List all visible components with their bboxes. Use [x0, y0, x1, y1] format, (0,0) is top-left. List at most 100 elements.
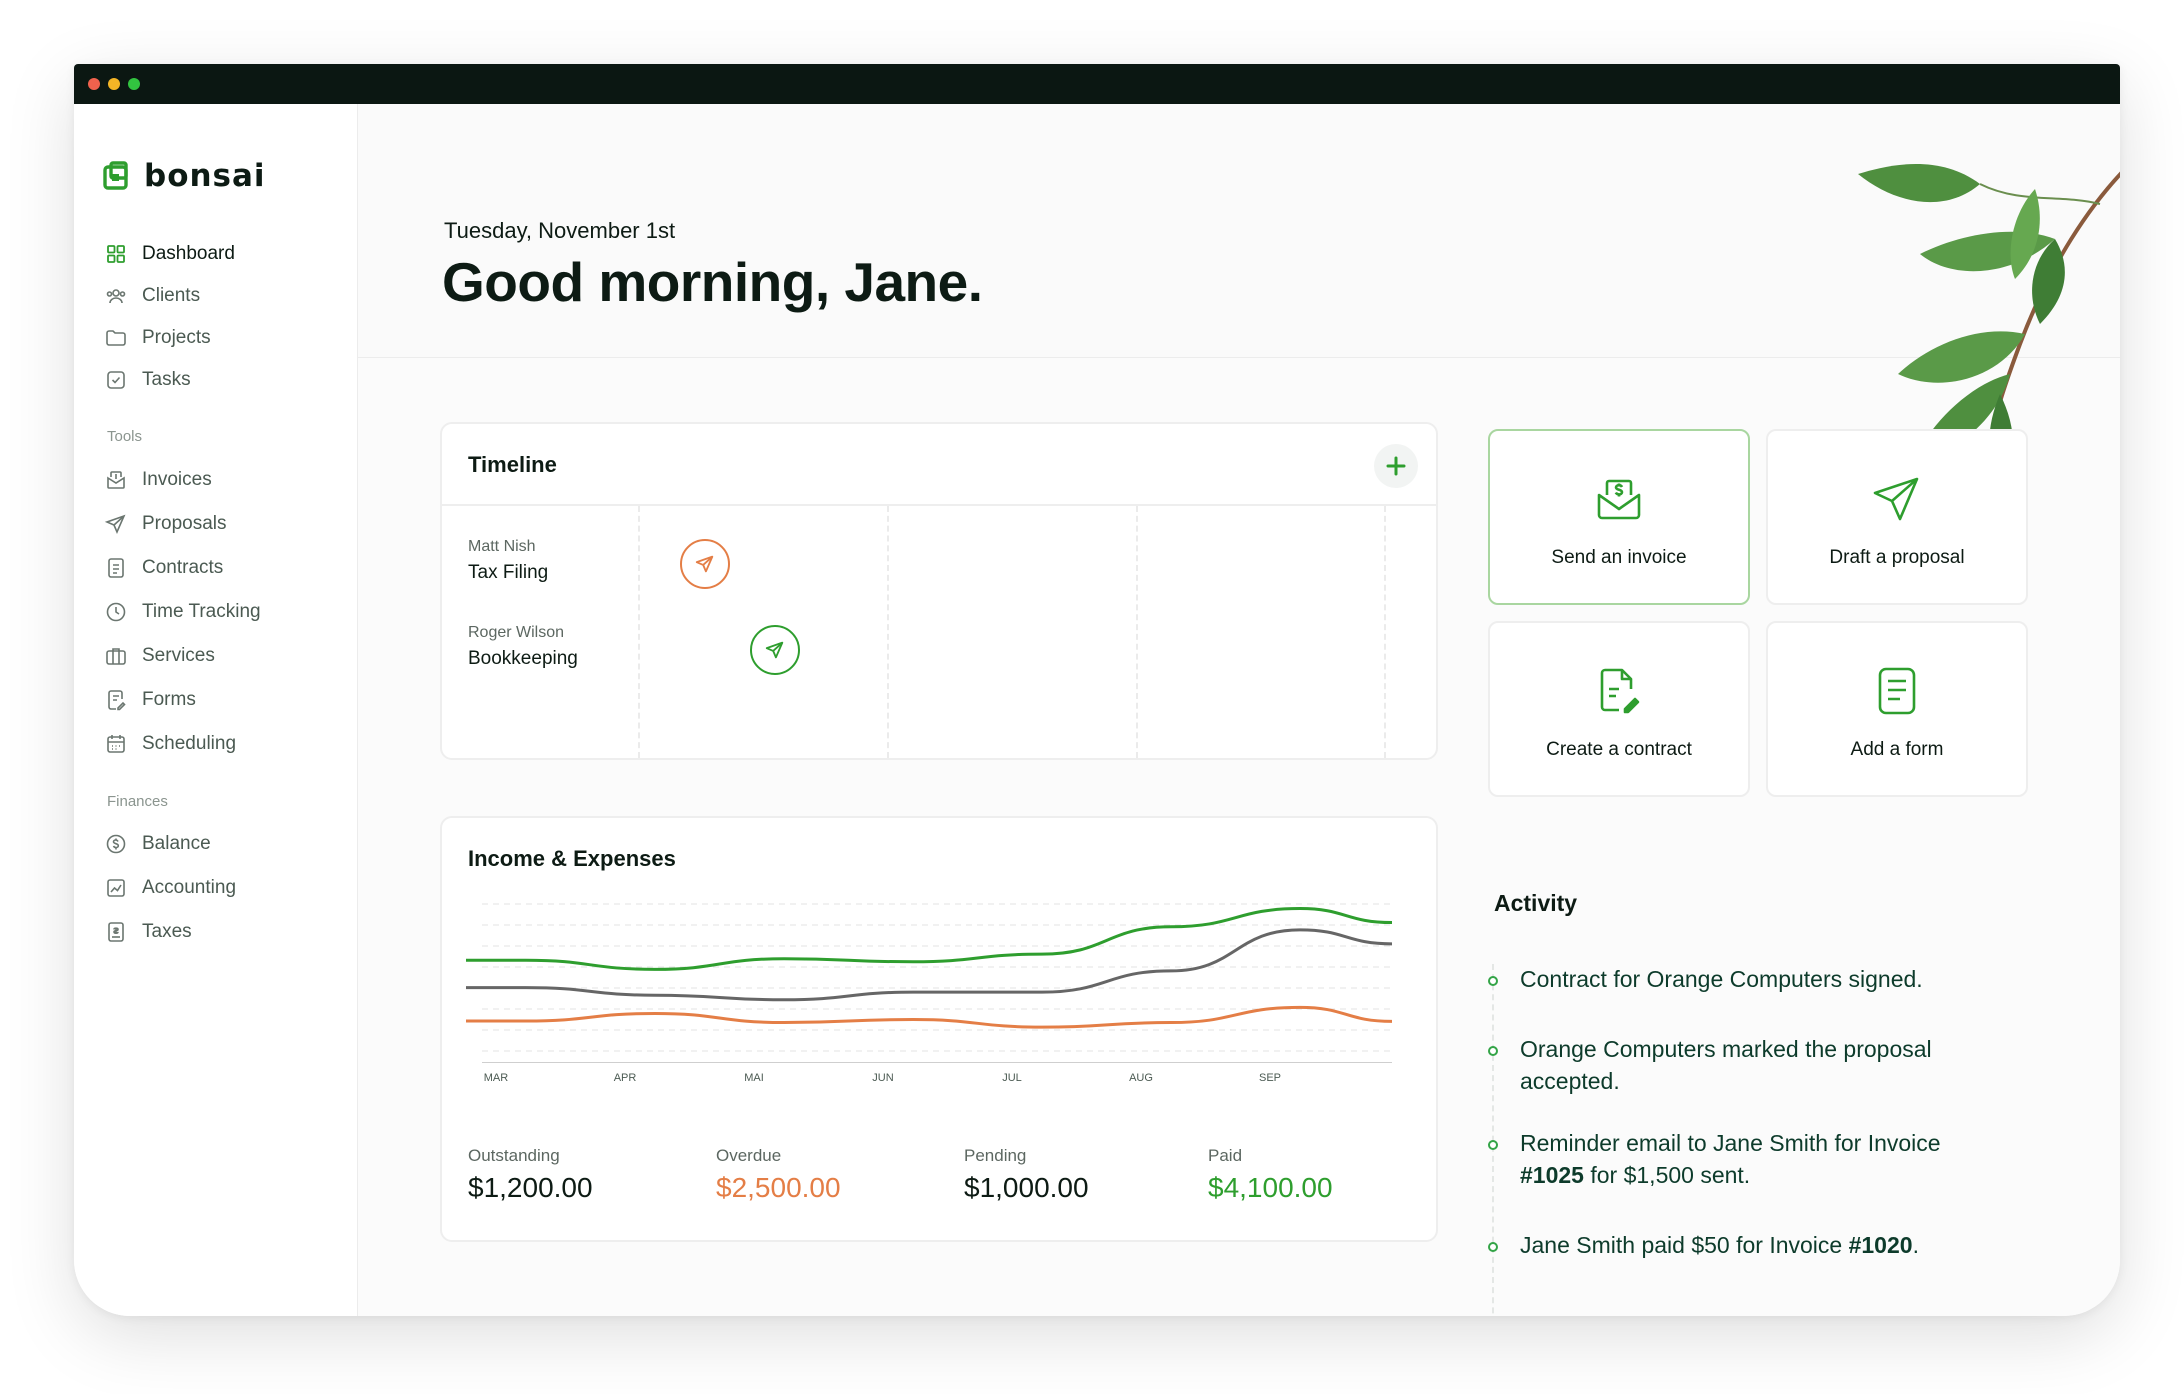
timeline-card: Timeline Matt Nish Tax Filing Roger Wils… [440, 422, 1438, 760]
create-contract-button[interactable]: Create a contract [1488, 621, 1750, 797]
nav-time-tracking[interactable]: Time Tracking [104, 594, 261, 630]
maximize-window-button[interactable] [128, 78, 140, 90]
activity-item[interactable]: Orange Computers marked the proposal acc… [1520, 1033, 2000, 1097]
nav-clients[interactable]: Clients [104, 278, 200, 314]
sidebar: bonsai Dashboard Clients Projects Tasks … [74, 104, 358, 1316]
nav-contracts[interactable]: Contracts [104, 550, 223, 586]
stat-value: $1,000.00 [964, 1172, 1089, 1203]
stat-label: Outstanding [468, 1146, 560, 1165]
timeline-task[interactable]: Tax Filing [468, 562, 548, 584]
minimize-window-button[interactable] [108, 78, 120, 90]
activity-text: Orange Computers marked the proposal acc… [1520, 1036, 1932, 1094]
form-icon [108, 690, 126, 711]
nav-invoices[interactable]: Invoices [104, 462, 212, 498]
chart-x-tick-label: MAR [483, 1072, 509, 1084]
chart-x-tick-label: SEP [1258, 1072, 1282, 1084]
activity-item[interactable]: Contract for Orange Computers signed. [1520, 963, 2000, 995]
timeline-client: Roger Wilson [468, 624, 565, 641]
invoice-dollar-icon [1597, 479, 1641, 520]
bonsai-logo[interactable]: bonsai [102, 156, 266, 196]
stat-outstanding[interactable]: Outstanding $1,200.00 [468, 1146, 593, 1204]
document-icon [108, 558, 124, 578]
clients-icon [106, 289, 126, 304]
paper-plane-icon [695, 555, 714, 573]
activity-dot [1488, 1140, 1498, 1150]
bonsai-logo-icon [103, 161, 128, 190]
nav-balance[interactable]: Balance [104, 826, 211, 862]
action-label: Add a form [1850, 739, 1944, 760]
nav-label: Forms [142, 689, 196, 710]
close-window-button[interactable] [88, 78, 100, 90]
timeline-column-line [1384, 506, 1386, 758]
activity-dot [1488, 1242, 1498, 1252]
activity-dot [1488, 976, 1498, 986]
timeline-marker-tax-filing[interactable] [680, 539, 730, 589]
form-list-icon [1878, 667, 1916, 715]
chart-series-line-1 [466, 928, 1393, 1002]
send-invoice-button[interactable]: Send an invoice [1488, 429, 1750, 605]
nav-label: Dashboard [142, 243, 235, 264]
dollar-circle-icon [106, 834, 126, 854]
chart-series-line-2 [465, 1005, 1393, 1029]
activity-text: . [1912, 1232, 1919, 1258]
nav-projects[interactable]: Projects [104, 320, 211, 356]
nav-label: Contracts [142, 557, 224, 578]
stat-value: $4,100.00 [1208, 1172, 1333, 1203]
action-label: Send an invoice [1551, 547, 1687, 568]
chart-x-tick-label: AUG [1129, 1072, 1153, 1084]
dashboard-icon [107, 245, 125, 263]
send-icon [104, 514, 126, 535]
nav-taxes[interactable]: Taxes [104, 914, 192, 950]
activity-text: Contract for Orange Computers signed. [1520, 966, 1923, 992]
briefcase-icon [106, 648, 126, 665]
activity-dot [1488, 1046, 1498, 1056]
nav-scheduling[interactable]: Scheduling [104, 726, 236, 762]
nav-services[interactable]: Services [104, 638, 215, 674]
stat-label: Overdue [716, 1146, 782, 1165]
income-expenses-card: Income & Expenses MAR APR MAI JUN JUL AUG SEP … [440, 816, 1438, 1242]
app-window: bonsai Dashboard Clients Projects Tasks … [74, 64, 2120, 1316]
chart-x-tick-label: MAI [744, 1072, 764, 1084]
nav-label: Taxes [142, 921, 192, 942]
finances-heading: Finances [107, 793, 168, 810]
contract-pen-icon [1600, 668, 1640, 714]
nav-label: Clients [142, 285, 201, 306]
timeline-add-button[interactable] [1374, 444, 1418, 488]
stat-overdue[interactable]: Overdue $2,500.00 [716, 1146, 841, 1204]
activity-title: Activity [1494, 890, 1578, 916]
nav-label: Tasks [142, 369, 191, 390]
plus-icon [1386, 456, 1406, 476]
timeline-client: Matt Nish [468, 538, 536, 555]
invoice-number: #1025 [1520, 1162, 1584, 1188]
activity-text: for $1,500 sent. [1583, 1162, 1751, 1188]
nav-forms[interactable]: Forms [104, 682, 196, 718]
clock-icon [106, 602, 126, 622]
chart-x-tick-label: JUN [872, 1072, 894, 1084]
stat-paid[interactable]: Paid $4,100.00 [1208, 1146, 1333, 1204]
add-form-button[interactable]: Add a form [1766, 621, 2028, 797]
nav-accounting[interactable]: Accounting [104, 870, 236, 906]
timeline-marker-bookkeeping[interactable] [750, 625, 800, 675]
invoice-number: #1020 [1848, 1232, 1913, 1258]
nav-label: Invoices [142, 469, 212, 490]
activity-item[interactable]: Reminder email to Jane Smith for Invoice… [1520, 1127, 2000, 1191]
timeline-column-line [638, 506, 640, 758]
timeline-task[interactable]: Bookkeeping [468, 648, 578, 670]
action-label: Create a contract [1546, 739, 1692, 760]
timeline-divider [442, 504, 1436, 506]
nav-label: Accounting [142, 877, 237, 898]
folder-icon [106, 330, 126, 346]
invoice-icon [107, 471, 125, 489]
draft-proposal-button[interactable]: Draft a proposal [1766, 429, 2028, 605]
nav-label: Proposals [142, 513, 227, 534]
nav-tasks[interactable]: Tasks [104, 362, 191, 398]
stat-pending[interactable]: Pending $1,000.00 [964, 1146, 1089, 1204]
receipt-icon [108, 922, 124, 942]
tools-heading: Tools [107, 428, 143, 445]
stat-value: $1,200.00 [468, 1172, 593, 1203]
nav-dashboard[interactable]: Dashboard [104, 236, 235, 272]
activity-item[interactable]: Jane Smith paid $50 for Invoice #1020. [1520, 1229, 2000, 1261]
nav-proposals[interactable]: Proposals [104, 506, 227, 542]
checkbox-icon [107, 371, 125, 389]
stat-label: Paid [1208, 1146, 1243, 1165]
